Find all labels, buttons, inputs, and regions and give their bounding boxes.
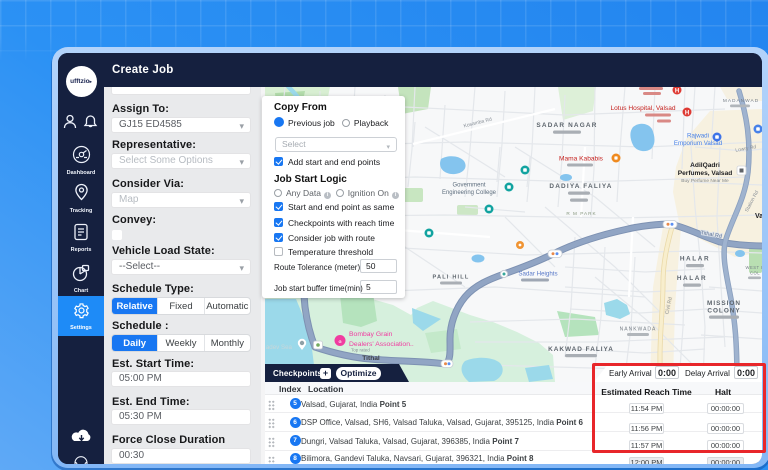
svg-text:Sadar Heights: Sadar Heights	[518, 271, 557, 278]
svg-text:H: H	[675, 89, 679, 95]
svg-text:COLONY: COLONY	[707, 308, 740, 315]
svg-text:Perfumes, Valsad: Perfumes, Valsad	[678, 170, 733, 177]
svg-text:COL: COL	[750, 271, 760, 276]
svg-text:Government: Government	[452, 183, 485, 189]
svg-text:Emporium Valsad: Emporium Valsad	[674, 140, 723, 147]
svg-text:WEST B: WEST B	[746, 265, 762, 270]
svg-text:Top rated: Top rated	[351, 348, 370, 353]
svg-text:MADANWAD: MADANWAD	[723, 98, 759, 104]
svg-text:Valsad: Valsad	[755, 213, 762, 220]
svg-text:PALI HILL: PALI HILL	[432, 275, 469, 281]
svg-text:R M PARK: R M PARK	[566, 211, 596, 216]
svg-text:NANKWADA: NANKWADA	[620, 327, 657, 333]
svg-text:adev Sea: adev Sea	[266, 344, 293, 351]
svg-text:H: H	[685, 111, 689, 117]
svg-text:HALAR: HALAR	[680, 256, 710, 263]
svg-text:Bombay Grain: Bombay Grain	[349, 331, 393, 338]
svg-text:Lotus Hospital, Valsad: Lotus Hospital, Valsad	[610, 105, 675, 112]
svg-text:Tithal: Tithal	[362, 355, 380, 362]
svg-text:AdilQadri: AdilQadri	[690, 162, 720, 169]
svg-text:HALAR: HALAR	[677, 275, 707, 282]
svg-text:DADIYA FALIYA: DADIYA FALIYA	[549, 183, 612, 190]
svg-text:G: G	[338, 339, 341, 344]
svg-text:Rajwadi: Rajwadi	[687, 133, 709, 140]
svg-text:MISSION: MISSION	[707, 300, 741, 307]
svg-text:SADAR NAGAR: SADAR NAGAR	[536, 122, 597, 129]
svg-text:Buy Perfume Near Me: Buy Perfume Near Me	[681, 178, 729, 184]
svg-text:Mama Kababis: Mama Kababis	[559, 156, 604, 163]
svg-text:Engineering College: Engineering College	[442, 190, 497, 196]
svg-text:KAKWAD FALIYA: KAKWAD FALIYA	[548, 346, 614, 353]
